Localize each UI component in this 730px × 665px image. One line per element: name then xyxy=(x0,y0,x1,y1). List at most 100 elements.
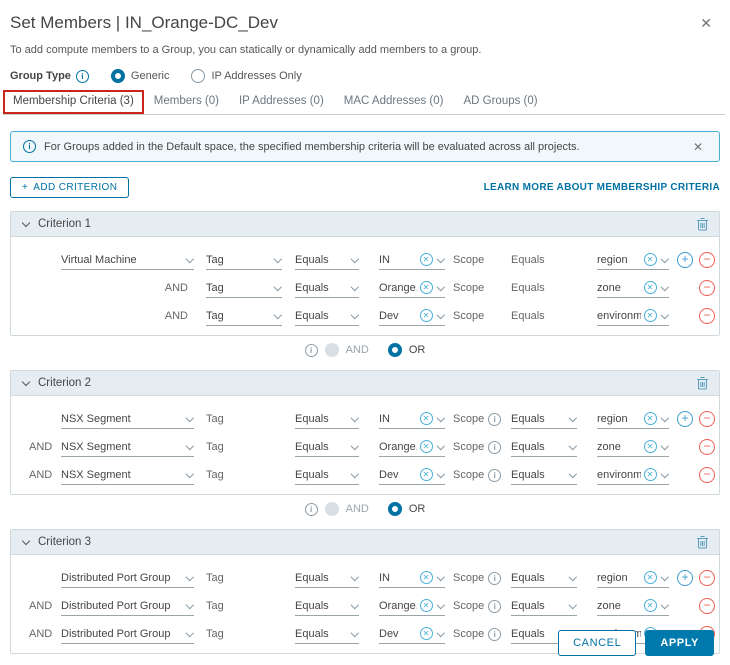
scope-value-combobox[interactable]: environm...✕ xyxy=(597,306,669,326)
clear-icon[interactable]: ✕ xyxy=(419,412,433,425)
clear-icon[interactable]: ✕ xyxy=(643,468,657,481)
entity-select[interactable]: NSX Segment xyxy=(61,409,194,429)
operator-select[interactable]: Equals xyxy=(295,465,359,485)
clear-icon[interactable]: ✕ xyxy=(419,468,433,481)
remove-row-button[interactable]: − xyxy=(699,598,715,614)
entity-select[interactable]: NSX Segment xyxy=(61,437,194,457)
scope-value-combobox[interactable]: zone ✕ xyxy=(597,278,669,298)
tab-ad-groups[interactable]: AD Groups (0) xyxy=(453,90,547,114)
info-icon: i xyxy=(304,343,318,357)
tag-value-combobox[interactable]: Dev ✕ xyxy=(379,306,445,326)
tab-membership-criteria[interactable]: Membership Criteria (3) xyxy=(3,90,144,114)
info-banner: i For Groups added in the Default space,… xyxy=(10,131,720,162)
tag-value-combobox[interactable]: IN ✕ xyxy=(379,409,445,429)
operator-select[interactable]: Equals xyxy=(295,624,359,644)
clear-icon[interactable]: ✕ xyxy=(419,440,433,453)
criterion-1-header[interactable]: Criterion 1 xyxy=(11,212,719,237)
entity-select[interactable]: Virtual Machine xyxy=(61,250,194,270)
tag-value-combobox[interactable]: Dev ✕ xyxy=(379,624,445,644)
radio-and-disabled[interactable] xyxy=(324,502,339,516)
entity-select[interactable]: NSX Segment xyxy=(61,465,194,485)
clear-icon[interactable]: ✕ xyxy=(643,571,657,584)
clear-icon[interactable]: ✕ xyxy=(643,253,657,266)
banner-close-icon[interactable]: ✕ xyxy=(689,137,707,157)
clear-icon[interactable]: ✕ xyxy=(419,627,433,640)
remove-row-button[interactable]: − xyxy=(699,411,715,427)
cancel-button[interactable]: CANCEL xyxy=(558,630,637,656)
clear-icon[interactable]: ✕ xyxy=(643,599,657,612)
criterion-3-header[interactable]: Criterion 3 xyxy=(11,530,719,555)
scope-value-combobox[interactable]: zone ✕ xyxy=(597,596,669,616)
criterion-2-header[interactable]: Criterion 2 xyxy=(11,371,719,396)
scope-operator-select[interactable]: Equals xyxy=(511,409,577,429)
dialog-close-icon[interactable]: ✕ xyxy=(696,13,716,33)
entity-select[interactable]: Distributed Port Group xyxy=(61,596,194,616)
clear-icon[interactable]: ✕ xyxy=(643,309,657,322)
operator-select[interactable]: Equals xyxy=(295,306,359,326)
radio-unselected-icon[interactable] xyxy=(191,69,206,83)
trash-icon[interactable] xyxy=(696,217,709,231)
remove-row-button[interactable]: − xyxy=(699,467,715,483)
scope-value-combobox[interactable]: environm...✕ xyxy=(597,465,669,485)
apply-button[interactable]: APPLY xyxy=(645,630,714,656)
group-type-info-icon[interactable]: i xyxy=(75,69,89,83)
clear-icon[interactable]: ✕ xyxy=(643,440,657,453)
scope-value-combobox[interactable]: zone ✕ xyxy=(597,437,669,457)
radio-selected-icon[interactable] xyxy=(110,69,125,83)
remove-row-button[interactable]: − xyxy=(699,570,715,586)
scope-value-combobox[interactable]: region ✕ xyxy=(597,568,669,588)
add-row-button[interactable]: + xyxy=(677,570,693,586)
scope-value-combobox[interactable]: region ✕ xyxy=(597,409,669,429)
operator-select[interactable]: Equals xyxy=(295,596,359,616)
tag-value-combobox[interactable]: Orange...✕ xyxy=(379,437,445,457)
tag-value-combobox[interactable]: Orange...✕ xyxy=(379,278,445,298)
operator-select[interactable]: Equals xyxy=(295,250,359,270)
radio-and-disabled[interactable] xyxy=(324,343,339,357)
tab-mac-addresses[interactable]: MAC Addresses (0) xyxy=(334,90,454,114)
clear-icon[interactable]: ✕ xyxy=(419,309,433,322)
remove-row-button[interactable]: − xyxy=(699,280,715,296)
tag-value-combobox[interactable]: IN ✕ xyxy=(379,250,445,270)
add-row-button[interactable]: + xyxy=(677,252,693,268)
scope-value-combobox[interactable]: region ✕ xyxy=(597,250,669,270)
radio-ip-addresses-only[interactable]: IP Addresses Only xyxy=(191,69,302,83)
tab-members[interactable]: Members (0) xyxy=(144,90,229,114)
tag-value-combobox[interactable]: Orange...✕ xyxy=(379,596,445,616)
radio-generic[interactable]: Generic xyxy=(110,69,169,83)
clear-icon[interactable]: ✕ xyxy=(419,253,433,266)
tag-select[interactable]: Tag xyxy=(206,306,282,326)
tag-select[interactable]: Tag xyxy=(206,250,282,270)
add-row-button[interactable]: + xyxy=(677,411,693,427)
remove-row-button[interactable]: − xyxy=(699,308,715,324)
scope-operator-select[interactable]: Equals xyxy=(511,596,577,616)
clear-icon[interactable]: ✕ xyxy=(419,281,433,294)
chevron-down-icon xyxy=(350,441,359,450)
trash-icon[interactable] xyxy=(696,376,709,390)
entity-select[interactable]: Distributed Port Group xyxy=(61,624,194,644)
tab-ip-addresses[interactable]: IP Addresses (0) xyxy=(229,90,334,114)
scope-operator-select[interactable]: Equals xyxy=(511,465,577,485)
tag-value-combobox[interactable]: Dev ✕ xyxy=(379,465,445,485)
radio-or-selected[interactable] xyxy=(387,502,402,516)
scope-operator-select[interactable]: Equals xyxy=(511,437,577,457)
remove-row-button[interactable]: − xyxy=(699,439,715,455)
remove-row-button[interactable]: − xyxy=(699,252,715,268)
scope-operator-select[interactable]: Equals xyxy=(511,568,577,588)
learn-more-link[interactable]: LEARN MORE ABOUT MEMBERSHIP CRITERIA xyxy=(484,182,720,193)
operator-select[interactable]: Equals xyxy=(295,568,359,588)
clear-icon[interactable]: ✕ xyxy=(643,412,657,425)
operator-select[interactable]: Equals xyxy=(295,409,359,429)
clear-icon[interactable]: ✕ xyxy=(643,281,657,294)
tag-value-combobox[interactable]: IN ✕ xyxy=(379,568,445,588)
clear-icon[interactable]: ✕ xyxy=(419,571,433,584)
entity-select[interactable]: Distributed Port Group xyxy=(61,568,194,588)
tag-select[interactable]: Tag xyxy=(206,278,282,298)
radio-or-selected[interactable] xyxy=(387,343,402,357)
clear-icon[interactable]: ✕ xyxy=(419,599,433,612)
trash-icon[interactable] xyxy=(696,535,709,549)
criterion-row: AND Tag Equals Dev ✕ Scope Equals environ… xyxy=(11,298,719,326)
operator-select[interactable]: Equals xyxy=(295,437,359,457)
and-label: AND xyxy=(345,344,369,356)
operator-select[interactable]: Equals xyxy=(295,278,359,298)
add-criterion-button[interactable]: + ADD CRITERION xyxy=(10,177,130,198)
